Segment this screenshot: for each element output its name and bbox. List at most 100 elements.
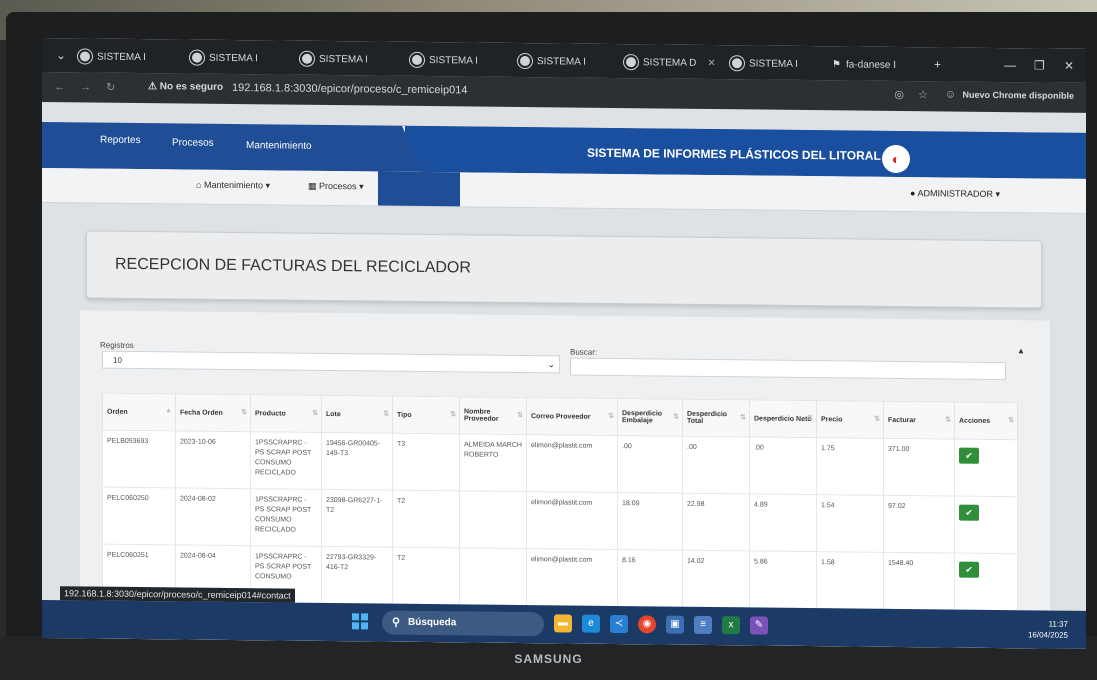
- paint-icon[interactable]: ✎: [750, 616, 768, 635]
- browser-tab-active[interactable]: SISTEMA D ✕: [624, 52, 716, 73]
- column-header[interactable]: Nombre Proveedor ⇅: [459, 396, 527, 435]
- sort-icon: ⇅: [807, 415, 813, 423]
- bookmark-star-icon[interactable]: ☆: [918, 88, 928, 101]
- lens-icon[interactable]: ◎: [894, 88, 904, 101]
- browser-tab[interactable]: SISTEMA I: [518, 51, 586, 72]
- approve-button[interactable]: ✔: [959, 504, 979, 521]
- page-title-card: RECEPCION DE FACTURAS DEL RECICLADOR: [86, 230, 1042, 309]
- approve-button[interactable]: ✔: [959, 447, 979, 464]
- close-window-icon[interactable]: ✕: [1064, 59, 1074, 73]
- site-icon: [410, 52, 424, 68]
- site-icon: [624, 55, 638, 70]
- cell-producto: 1PSSCRAPRC - PS SCRAP POST CONSUMO RECIC…: [250, 488, 322, 547]
- search-icon: ⚲: [392, 616, 401, 629]
- cell-correo: elimon@plastit.com: [526, 434, 618, 493]
- tab-search-icon[interactable]: ⌄: [56, 48, 66, 62]
- nav-buttons-icon[interactable]: ← → ↻: [54, 80, 121, 94]
- maximize-icon[interactable]: ❐: [1034, 58, 1045, 72]
- browser-tab[interactable]: SISTEMA I: [410, 50, 478, 71]
- file-explorer-icon[interactable]: ▬: [554, 614, 572, 633]
- column-header[interactable]: Producto ⇅: [250, 394, 322, 433]
- vscode-icon[interactable]: ≺: [610, 614, 628, 634]
- site-icon: [518, 53, 532, 69]
- clock-time: 11:37: [1048, 619, 1068, 629]
- home-icon: ⌂: [196, 179, 202, 190]
- app-icon[interactable]: ▣: [666, 615, 684, 634]
- taskbar-search[interactable]: ⚲ Búsqueda: [382, 610, 544, 637]
- column-header[interactable]: Desperdicio Embalaje ⇅: [617, 398, 683, 437]
- column-header[interactable]: Desperdicio Neto ⇅: [749, 399, 817, 438]
- cell-acciones: ✔: [954, 439, 1018, 497]
- browser-tab[interactable]: ⚑ fa-danese I: [832, 54, 896, 75]
- sort-icon: ⇅: [673, 413, 679, 421]
- column-header[interactable]: Fecha Orden ⇅: [175, 393, 251, 432]
- submenu-active-item[interactable]: [378, 171, 460, 207]
- security-indicator[interactable]: ⚠ No es seguro: [148, 81, 223, 93]
- cell-fecha: 2024-08-02: [175, 487, 251, 546]
- browser-tab[interactable]: SISTEMA I: [300, 49, 368, 70]
- check-icon: ✔: [965, 564, 973, 575]
- cell-total: .00: [682, 436, 750, 494]
- cell-tipo: T2: [392, 547, 460, 605]
- taskbar-clock[interactable]: 11:37 16/04/2025: [1028, 618, 1068, 640]
- column-header[interactable]: Lote ⇅: [321, 395, 393, 434]
- column-header[interactable]: Correo Proveedor ⇅: [526, 397, 618, 436]
- menu-procesos[interactable]: Procesos: [172, 137, 214, 148]
- page-title: RECEPCION DE FACTURAS DEL RECICLADOR: [115, 255, 471, 277]
- column-header[interactable]: Desperdicio Total ⇅: [682, 399, 750, 437]
- cell-tipo: T3: [392, 433, 460, 491]
- browser-tab[interactable]: SISTEMA I: [78, 46, 146, 67]
- cell-orden: PELB053693: [102, 430, 176, 488]
- sort-icon: ⇅: [1008, 417, 1014, 425]
- sort-icon: ⇅: [383, 410, 389, 418]
- cell-total: 22.98: [682, 493, 750, 551]
- cell-facturar: 1548.40: [883, 552, 955, 611]
- cell-lote: 23098-GR6227-1-T2: [321, 489, 393, 548]
- chevron-down-icon: ⌄: [547, 359, 555, 370]
- cell-neto: 4.89: [749, 493, 817, 552]
- records-label: Registros: [100, 340, 134, 350]
- minimize-icon[interactable]: —: [1004, 58, 1016, 72]
- menu-mantenimiento[interactable]: Mantenimiento: [246, 140, 312, 152]
- column-header[interactable]: Tipo ⇅: [392, 396, 460, 434]
- submenu-mantenimiento[interactable]: ⌂ Mantenimiento ▾: [196, 180, 270, 192]
- column-header[interactable]: Orden ▲: [102, 393, 176, 431]
- column-header[interactable]: Precio ⇅: [816, 400, 884, 439]
- scroll-up-icon[interactable]: ▲: [1017, 346, 1025, 355]
- sort-icon: ▲: [165, 407, 172, 415]
- cell-neto: 5.86: [749, 550, 817, 609]
- edge-icon[interactable]: e: [582, 614, 600, 633]
- cell-producto: 1PSSCRAPRC - PS SCRAP POST CONSUMO RECIC…: [250, 431, 322, 490]
- cell-precio: 1.75: [816, 437, 884, 496]
- approve-button[interactable]: ✔: [959, 561, 979, 578]
- chrome-icon[interactable]: ◉: [638, 615, 656, 634]
- cell-facturar: 371.00: [883, 438, 955, 497]
- close-tab-icon[interactable]: ✕: [707, 57, 715, 68]
- submenu-procesos[interactable]: ▦ Procesos ▾: [308, 181, 364, 193]
- windows-start-icon[interactable]: [352, 613, 368, 630]
- clock-date: 16/04/2025: [1027, 630, 1068, 640]
- menu-reportes[interactable]: Reportes: [100, 135, 141, 146]
- profile-icon[interactable]: ☺: [945, 88, 956, 100]
- invoices-table: Orden ▲ Fecha Orden ⇅ Producto ⇅ Lote ⇅ Tipo…: [102, 392, 1018, 612]
- browser-tab[interactable]: SISTEMA I: [730, 53, 798, 74]
- check-icon: ✔: [965, 507, 973, 518]
- check-icon: ✔: [965, 450, 973, 461]
- column-header[interactable]: Facturar ⇅: [883, 401, 955, 440]
- column-header[interactable]: Acciones ⇅: [954, 402, 1018, 440]
- cell-fecha: 2023-10-06: [175, 430, 251, 489]
- browser-tab[interactable]: SISTEMA I: [190, 48, 258, 69]
- chrome-update-button[interactable]: Nuevo Chrome disponible: [962, 90, 1074, 101]
- cell-orden: PELC060250: [102, 487, 176, 545]
- cell-correo: elimon@plastit.com: [526, 548, 618, 607]
- user-menu[interactable]: ● ADMINISTRADOR ▾: [910, 188, 1000, 200]
- sort-icon: ⇅: [517, 411, 523, 420]
- excel-icon[interactable]: x: [722, 616, 740, 635]
- url-field[interactable]: 192.168.1.8:3030/epicor/proceso/c_remice…: [232, 82, 467, 96]
- notes-icon[interactable]: ≡: [694, 615, 712, 635]
- search-label: Buscar:: [570, 347, 598, 357]
- new-tab-icon[interactable]: +: [934, 57, 941, 71]
- user-icon: ●: [910, 188, 916, 199]
- chart-icon: ▦: [308, 180, 317, 191]
- monitor-brand: SAMSUNG: [514, 652, 583, 666]
